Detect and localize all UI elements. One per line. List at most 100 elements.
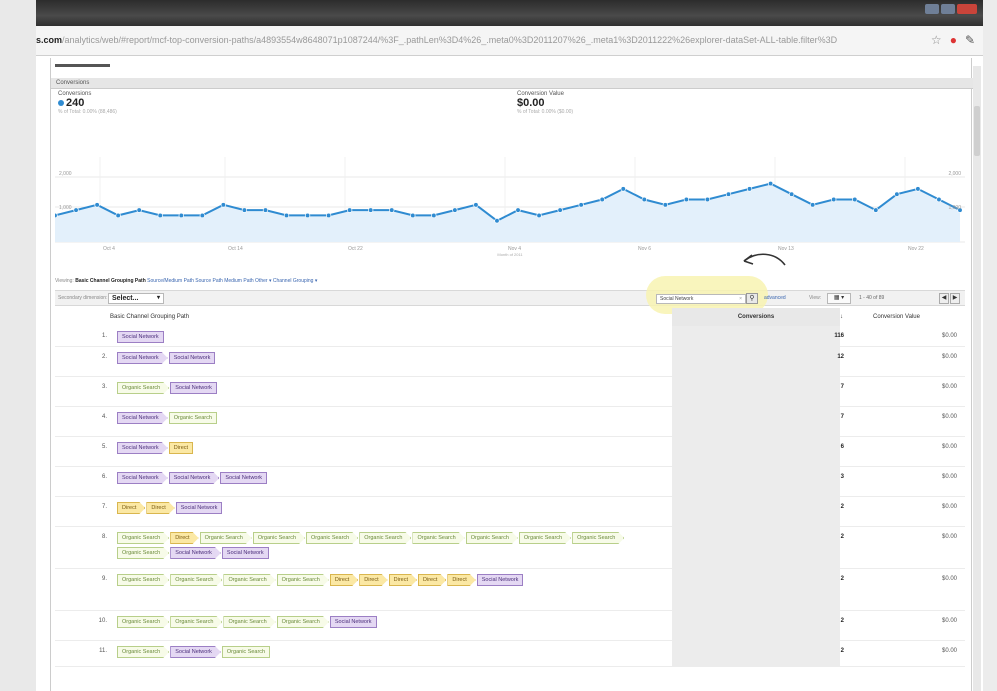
channel-chip[interactable]: Organic Search: [117, 574, 169, 586]
channel-chip[interactable]: Direct: [117, 502, 145, 514]
conversion-value: $0.00: [941, 384, 957, 390]
channel-chip[interactable]: Organic Search: [117, 382, 169, 394]
table-row[interactable]: 3. Organic Search Social Network 7 $0.00: [55, 377, 965, 407]
row-number: 5.: [101, 444, 107, 450]
channel-chip[interactable]: Organic Search: [170, 616, 222, 628]
channel-chip[interactable]: Direct: [359, 574, 387, 586]
view-other[interactable]: Other ▾: [255, 278, 271, 284]
channel-chip[interactable]: Organic Search: [412, 532, 464, 544]
table-row[interactable]: 6. Social Network Social Network Social Net…: [55, 467, 965, 497]
data-point: [304, 212, 311, 219]
advanced-link[interactable]: advanced: [764, 295, 786, 301]
table-row[interactable]: 4. Social Network Organic Search 7 $0.00: [55, 407, 965, 437]
header-path[interactable]: Basic Channel Grouping Path: [110, 314, 189, 320]
view-source-medium[interactable]: Source/Medium Path: [147, 278, 194, 284]
channel-chip[interactable]: Organic Search: [117, 532, 169, 544]
table-row[interactable]: 5. Social Network Direct 6 $0.00: [55, 437, 965, 467]
channel-chip[interactable]: Organic Search: [519, 532, 571, 544]
channel-chip[interactable]: Organic Search: [170, 574, 222, 586]
channel-chip[interactable]: Social Network: [117, 352, 168, 364]
table-row[interactable]: 11. Organic Search Social Network Organic S…: [55, 641, 965, 667]
x-tick-label: Oct 4: [103, 246, 115, 252]
channel-chip[interactable]: Direct: [447, 574, 475, 586]
url-path: /analytics/web/#report/mcf-top-conversio…: [62, 35, 838, 45]
wrench-icon[interactable]: ✎: [965, 33, 975, 47]
channel-chip[interactable]: Social Network: [117, 472, 168, 484]
channel-chip[interactable]: Direct: [389, 574, 417, 586]
channel-chip[interactable]: Social Network: [170, 547, 221, 559]
channel-chip[interactable]: Social Network: [168, 352, 216, 364]
view-medium[interactable]: Medium Path: [224, 278, 253, 284]
channel-chip[interactable]: Direct: [330, 574, 358, 586]
search-button[interactable]: ⚲: [746, 293, 758, 304]
opera-icon[interactable]: ●: [950, 33, 957, 47]
channel-chip[interactable]: Organic Search: [221, 646, 271, 658]
channel-chip[interactable]: Direct: [168, 442, 194, 454]
clear-icon[interactable]: ×: [739, 295, 742, 303]
channel-chip[interactable]: Social Network: [175, 502, 223, 514]
view-channel-grouping[interactable]: Channel Grouping ▾: [273, 278, 317, 284]
channel-chip[interactable]: Organic Search: [117, 616, 169, 628]
channel-chip[interactable]: Organic Search: [200, 532, 252, 544]
minimize-button[interactable]: [925, 4, 939, 14]
window-right-edge: [983, 0, 997, 691]
channel-chip[interactable]: Organic Search: [277, 574, 329, 586]
next-page-button[interactable]: ▶: [950, 293, 960, 304]
table-row[interactable]: 7. Direct Direct Social Network 2 $0.00: [55, 497, 965, 527]
channel-chip[interactable]: Organic Search: [359, 532, 411, 544]
table-row[interactable]: 8. Organic Search Direct Organic Search Orga…: [55, 527, 965, 569]
data-point: [94, 202, 100, 208]
channel-chip[interactable]: Organic Search: [223, 616, 275, 628]
channel-chip[interactable]: Social Network: [170, 646, 221, 658]
table-row[interactable]: 9. Organic Search Organic Search Organic Se…: [55, 569, 965, 611]
channel-chip[interactable]: Social Network: [329, 616, 377, 628]
table-row[interactable]: 10. Organic Search Organic Search Organic S…: [55, 611, 965, 641]
channel-chip[interactable]: Social Network: [170, 382, 217, 394]
channel-chip[interactable]: Organic Search: [168, 412, 217, 424]
channel-chip[interactable]: Organic Search: [466, 532, 518, 544]
sort-arrow-icon[interactable]: ↓: [840, 314, 850, 320]
search-input[interactable]: Social Network ×: [656, 294, 746, 304]
channel-chip[interactable]: Social Network: [221, 547, 269, 559]
channel-chip[interactable]: Organic Search: [223, 574, 275, 586]
scrollbar[interactable]: [973, 66, 981, 691]
metric-conversion-value[interactable]: Conversion Value $0.00 % of Total: 0.00%…: [517, 91, 573, 115]
row-number: 4.: [101, 414, 107, 420]
channel-chip[interactable]: Organic Search: [117, 646, 169, 658]
channel-chip[interactable]: Social Network: [117, 442, 168, 454]
channel-chip[interactable]: Social Network: [117, 412, 168, 424]
channel-chip[interactable]: Direct: [418, 574, 446, 586]
channel-path: Organic Search Direct Organic Search Organi…: [117, 532, 672, 562]
channel-chip[interactable]: Social Network: [117, 331, 164, 343]
channel-chip[interactable]: Direct: [146, 502, 174, 514]
url-text[interactable]: s.com/analytics/web/#report/mcf-top-conv…: [36, 35, 916, 49]
channel-chip[interactable]: Organic Search: [306, 532, 358, 544]
close-button[interactable]: [957, 4, 977, 14]
secondary-dimension-select[interactable]: Select... ▾: [108, 293, 164, 304]
header-conversions[interactable]: Conversions: [672, 308, 840, 326]
view-source[interactable]: Source Path: [195, 278, 223, 284]
prev-page-button[interactable]: ◀: [939, 293, 949, 304]
data-point: [199, 212, 205, 219]
metric-value: 240: [66, 97, 85, 109]
channel-chip[interactable]: Social Network: [220, 472, 268, 484]
select-label: Select...: [112, 295, 139, 302]
channel-chip[interactable]: Direct: [170, 532, 198, 544]
scrollbar-thumb[interactable]: [974, 106, 980, 156]
address-bar[interactable]: s.com/analytics/web/#report/mcf-top-conv…: [36, 26, 983, 56]
channel-chip[interactable]: Organic Search: [572, 532, 624, 544]
view-basic-channel[interactable]: Basic Channel Grouping Path: [75, 278, 146, 284]
view-toggle[interactable]: ▦ ▾: [827, 293, 851, 304]
header-conversion-value[interactable]: Conversion Value: [873, 314, 920, 320]
channel-chip[interactable]: Organic Search: [117, 547, 169, 559]
channel-chip[interactable]: Organic Search: [277, 616, 329, 628]
table-row[interactable]: 1. Social Network 116 $0.00: [55, 326, 965, 347]
channel-chip[interactable]: Organic Search: [253, 532, 305, 544]
metric-conversions[interactable]: Conversions 240 % of Total: 0.00% (88,48…: [58, 91, 117, 115]
channel-chip[interactable]: Social Network: [476, 574, 524, 586]
channel-chip[interactable]: Social Network: [169, 472, 220, 484]
star-icon[interactable]: ☆: [931, 33, 942, 47]
maximize-button[interactable]: [941, 4, 955, 14]
table-row[interactable]: 2. Social Network Social Network 12 $0.00: [55, 347, 965, 377]
url-domain: s.com: [36, 35, 63, 45]
